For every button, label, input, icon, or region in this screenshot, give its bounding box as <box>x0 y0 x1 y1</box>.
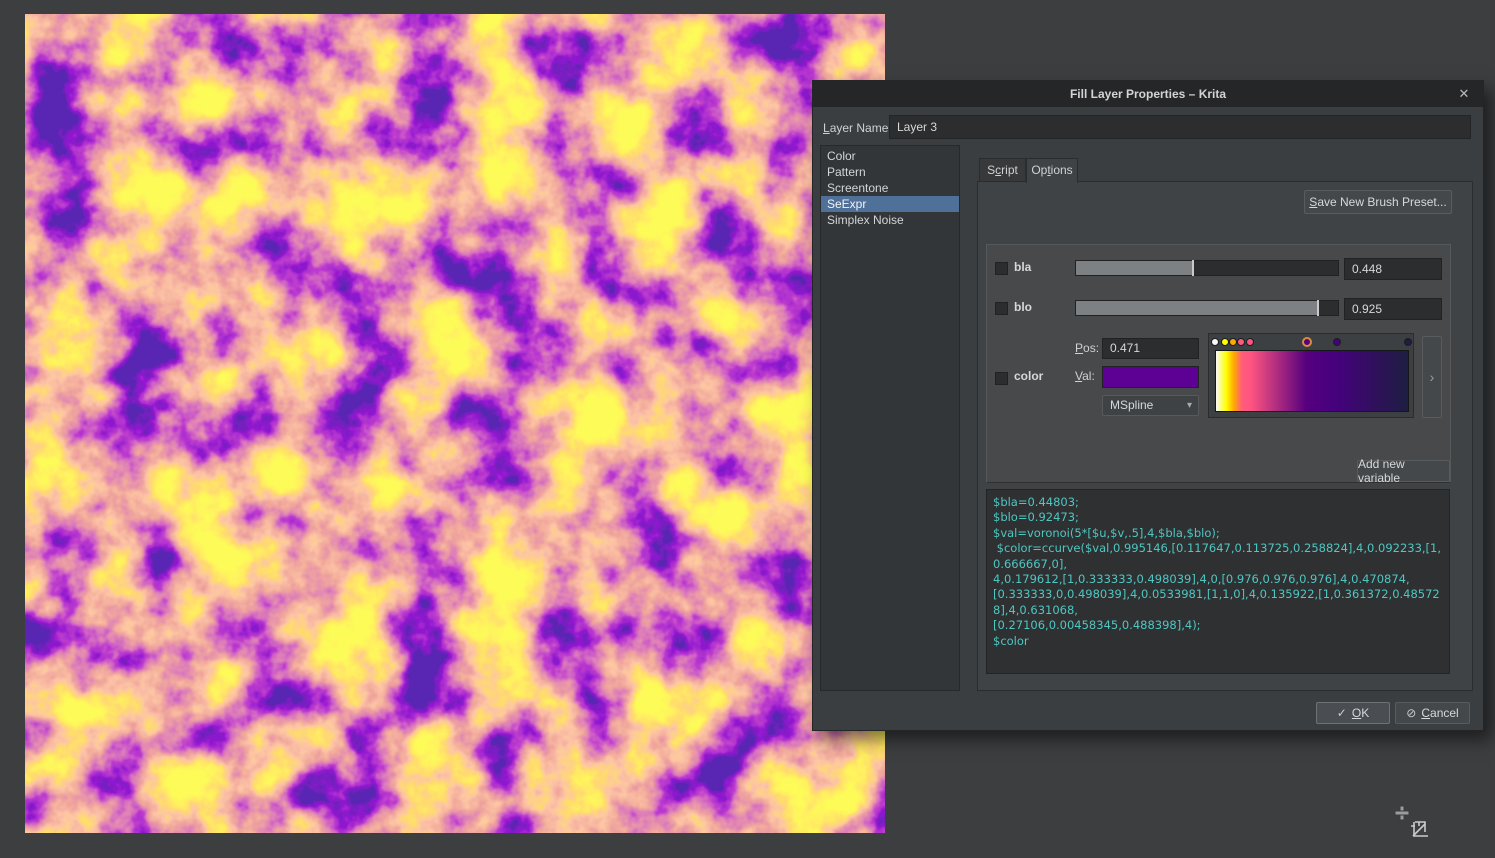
gradient-bar[interactable] <box>1215 350 1409 412</box>
blo-checkbox[interactable] <box>995 302 1008 315</box>
list-item-pattern[interactable]: Pattern <box>821 164 959 180</box>
pos-label: Pos: <box>1075 341 1099 355</box>
gradient-stop-dot[interactable] <box>1237 338 1245 346</box>
check-icon: ✓ <box>1337 706 1347 720</box>
dialog-title: Fill Layer Properties – Krita <box>1070 87 1226 101</box>
script-line: [0.27106,0.00458345,0.488398],4); <box>993 618 1443 633</box>
val-swatch[interactable] <box>1102 366 1199 388</box>
seexpr-script-view[interactable]: $bla=0.44803; $blo=0.92473; $val=voronoi… <box>986 489 1450 674</box>
gradient-editor[interactable] <box>1208 333 1414 418</box>
gradient-stop-dot[interactable] <box>1404 338 1412 346</box>
tab-script[interactable]: Script <box>979 158 1026 182</box>
layer-name-label: Layer Name: <box>823 121 892 135</box>
crosshair-icon <box>1395 806 1409 820</box>
canvas-artwork[interactable] <box>25 14 885 833</box>
tab-options[interactable]: Options <box>1026 158 1078 183</box>
pos-input[interactable]: 0.471 <box>1102 338 1199 359</box>
script-line: [0.333333,0,0.498039],4,0.0533981,[1,1,0… <box>993 587 1443 618</box>
gradient-next-button[interactable]: › <box>1422 336 1442 418</box>
val-label: Val: <box>1075 369 1099 383</box>
gradient-stop-dot[interactable] <box>1229 338 1237 346</box>
color-checkbox[interactable] <box>995 372 1008 385</box>
dialog-titlebar[interactable]: Fill Layer Properties – Krita ✕ <box>813 81 1483 107</box>
slider[interactable] <box>1075 300 1339 316</box>
bla-checkbox[interactable] <box>995 262 1008 275</box>
list-item-simplex-noise[interactable]: Simplex Noise <box>821 212 959 228</box>
add-new-variable-button[interactable]: Add new variable <box>1357 460 1450 482</box>
crop-icon <box>1411 811 1428 836</box>
list-item-color[interactable]: Color <box>821 148 959 164</box>
gradient-stops-row <box>1215 337 1409 348</box>
interpolation-dropdown[interactable]: MSpline ▾ <box>1102 395 1199 416</box>
blo-label: blo <box>1014 300 1032 314</box>
script-line: $color=ccurve($val,0.995146,[0.117647,0.… <box>993 541 1443 572</box>
ok-button[interactable]: ✓ OK <box>1316 702 1390 724</box>
gradient-stop-dot[interactable] <box>1302 337 1312 347</box>
list-item-screentone[interactable]: Screentone <box>821 180 959 196</box>
bla-value-box[interactable]: 0.448 <box>1344 258 1442 280</box>
close-icon[interactable]: ✕ <box>1455 85 1473 103</box>
blo-value-box[interactable]: 0.925 <box>1344 298 1442 320</box>
script-line: $bla=0.44803; <box>993 495 1443 510</box>
bla-label: bla <box>1014 260 1031 274</box>
gradient-stop-dot[interactable] <box>1333 338 1341 346</box>
script-line: $val=voronoi(5*[$u,$v,.5],4,$bla,$blo); <box>993 526 1443 541</box>
chevron-down-icon: ▾ <box>1187 396 1192 416</box>
color-label: color <box>1014 369 1043 383</box>
crop-tool-cursor <box>1394 805 1434 845</box>
cancel-button[interactable]: ⊘ Cancel <box>1395 702 1470 724</box>
script-line: $color <box>993 634 1443 649</box>
layer-name-input[interactable] <box>889 115 1471 139</box>
save-new-brush-preset-button[interactable]: Save New Brush Preset... <box>1304 190 1452 214</box>
cancel-icon: ⊘ <box>1406 706 1416 720</box>
script-line: $blo=0.92473; <box>993 510 1443 525</box>
list-item-seexpr[interactable]: SeExpr <box>821 196 959 212</box>
slider[interactable] <box>1075 260 1339 276</box>
generator-list: Color Pattern Screentone SeExpr Simplex … <box>820 145 960 691</box>
variables-groupbox: bla 0.448 blo 0.925 color Pos: 0.471 Val… <box>986 244 1451 483</box>
fill-layer-properties-dialog: Fill Layer Properties – Krita ✕ Layer Na… <box>812 80 1484 731</box>
gradient-stop-dot[interactable] <box>1211 338 1219 346</box>
script-line: 4,0.179612,[1,0.333333,0.498039],4,0,[0.… <box>993 572 1443 587</box>
krita-workspace: Fill Layer Properties – Krita ✕ Layer Na… <box>0 0 1495 858</box>
gradient-stop-dot[interactable] <box>1246 338 1254 346</box>
